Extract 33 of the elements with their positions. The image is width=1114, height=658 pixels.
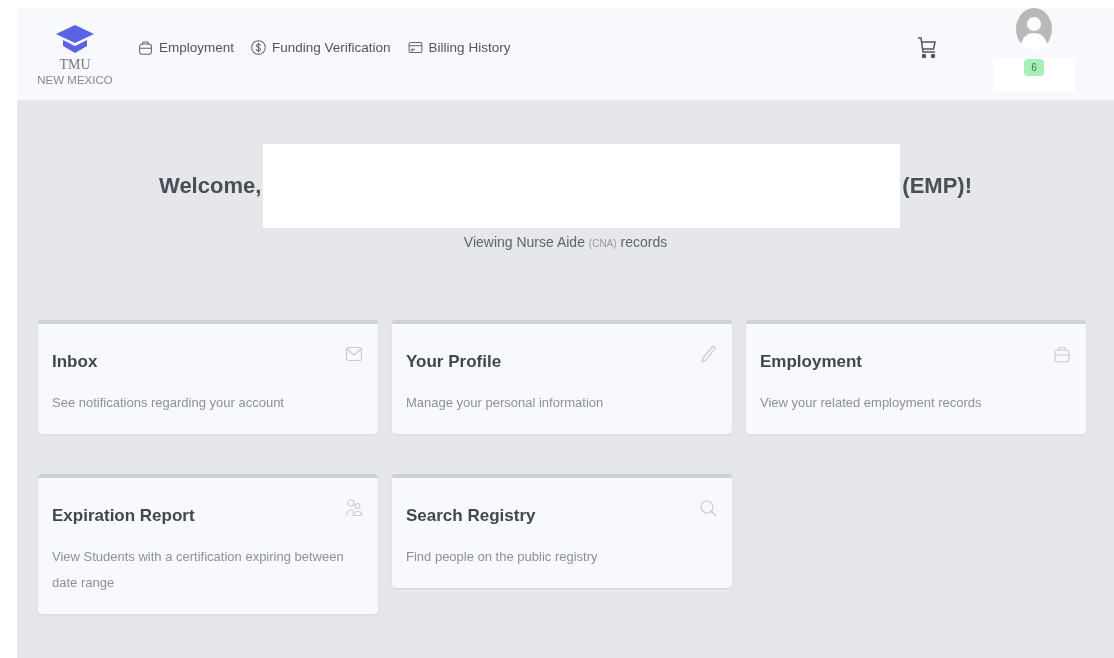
cart-icon[interactable]: [917, 37, 937, 59]
dashboard-card[interactable]: Search Registry Find people on the public registry: [392, 474, 732, 588]
dashboard-card[interactable]: Expiration Report View Students with a certification expiring between date range: [38, 474, 378, 614]
dashboard-card[interactable]: Your Profile Manage your personal information: [392, 320, 732, 434]
briefcase-icon: [1052, 344, 1072, 364]
card-description: Manage your personal information: [406, 394, 605, 412]
viewing-records-text: Viewing Nurse Aide (CNA) records: [463, 234, 668, 250]
welcome-heading: Welcome,: [159, 173, 262, 199]
card-title: Search Registry: [406, 506, 536, 526]
card-description: View Students with a certification expiring between date range: [52, 548, 345, 592]
card-title: Employment: [760, 352, 863, 372]
mail-icon: [344, 344, 364, 364]
card-description: View your related employment records: [760, 394, 983, 412]
notification-badge: 6: [1024, 59, 1044, 76]
role-label: (EMP)!: [902, 173, 972, 199]
pencil-icon: [698, 344, 718, 364]
nav-link[interactable]: Funding Verification: [250, 38, 391, 56]
card-title: Expiration Report: [52, 506, 195, 526]
card-title: Your Profile: [406, 352, 502, 372]
people-icon: [344, 498, 364, 518]
card-description: See notifications regarding your account: [52, 394, 285, 412]
logo-subtitle: NEW MEXICO: [37, 73, 113, 87]
logo-title: TMU: [59, 57, 91, 73]
nav-link[interactable]: Employment: [137, 38, 235, 56]
search-icon: [698, 498, 718, 518]
card-title: Inbox: [52, 352, 98, 372]
dashboard-card[interactable]: Inbox See notifications regarding your account: [38, 320, 378, 434]
card-description: Find people on the public registry: [406, 548, 599, 566]
dashboard-card[interactable]: Employment View your related employment records: [746, 320, 1086, 434]
dollar-icon: [250, 38, 268, 56]
nav-link[interactable]: Billing History: [406, 38, 511, 56]
briefcase-icon: [137, 38, 154, 56]
graduation-cap-icon: [56, 25, 94, 55]
